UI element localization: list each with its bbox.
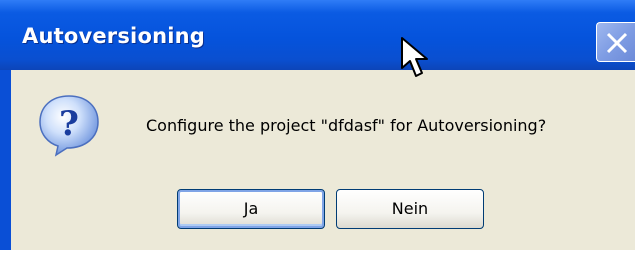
window-border-bottom (0, 250, 635, 259)
question-icon: ? (39, 95, 99, 157)
yes-button[interactable]: Ja (177, 189, 325, 229)
no-button[interactable]: Nein (336, 189, 484, 229)
title-bar[interactable]: Autoversioning (0, 0, 635, 70)
close-icon (606, 32, 628, 54)
window-title: Autoversioning (22, 24, 206, 48)
svg-text:?: ? (59, 104, 79, 144)
window-border-left (0, 70, 11, 250)
dialog-message: Configure the project "dfdasf" for Autov… (146, 116, 547, 135)
mouse-cursor-icon (401, 37, 428, 77)
dialog-window: Autoversioning ? Configure the project "… (0, 0, 635, 259)
close-button[interactable] (596, 22, 635, 62)
